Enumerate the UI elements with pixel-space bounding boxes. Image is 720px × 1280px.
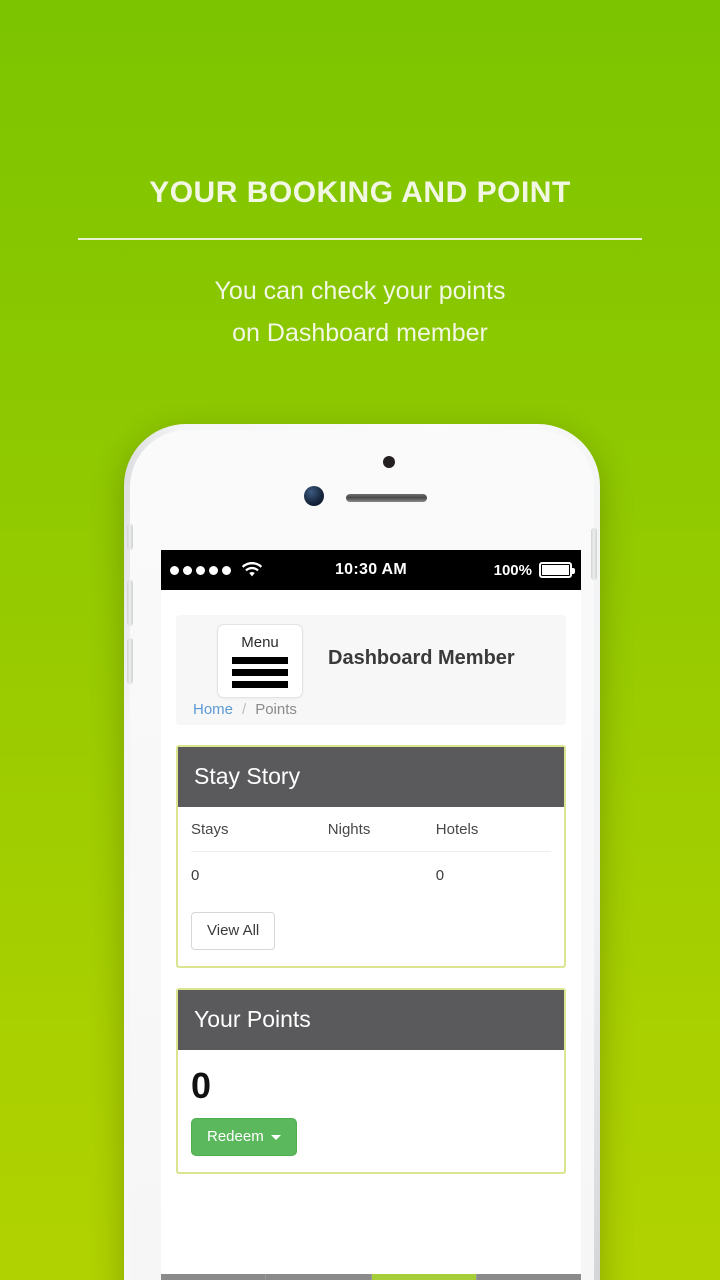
power-button[interactable] <box>591 528 597 580</box>
page-title: Dashboard Member <box>328 647 515 669</box>
phone-bezel: 10:30 AM 100% Menu Dashboard Member Home… <box>127 430 597 1280</box>
proximity-sensor-icon <box>383 456 395 468</box>
stay-story-heading: Stay Story <box>178 747 564 807</box>
tab-points[interactable]: Points <box>371 1274 477 1280</box>
redeem-button-label: Redeem <box>207 1128 264 1145</box>
stay-story-card: Stay Story Stays Nights Hotels 0 0 View … <box>176 745 566 968</box>
breadcrumb-separator: / <box>242 701 247 718</box>
earpiece-speaker-icon <box>346 494 427 502</box>
table-row: 0 0 <box>191 852 551 899</box>
volume-down-button[interactable] <box>127 638 133 684</box>
points-value: 0 <box>191 1065 212 1106</box>
breadcrumb-current: Points <box>255 701 297 718</box>
app-header: Menu Dashboard Member Home / Points <box>176 615 566 725</box>
promo-divider <box>78 238 642 240</box>
phone-screen: 10:30 AM 100% Menu Dashboard Member Home… <box>161 550 581 1280</box>
promo-screenshot: YOUR BOOKING AND POINT You can check you… <box>0 0 720 1280</box>
stay-story-table: Stays Nights Hotels 0 0 <box>191 807 551 898</box>
promo-title: YOUR BOOKING AND POINT <box>149 176 571 209</box>
column-header-stays: Stays <box>191 807 328 852</box>
promo-subtitle: You can check your points on Dashboard m… <box>0 270 720 354</box>
mute-switch-button[interactable] <box>127 524 133 550</box>
tab-book[interactable]: Book <box>266 1274 372 1280</box>
battery-full-icon <box>539 562 575 578</box>
hamburger-icon <box>232 656 288 688</box>
volume-up-button[interactable] <box>127 580 133 626</box>
promo-subtitle-line-1: You can check your points <box>214 277 506 305</box>
menu-button[interactable]: Menu <box>217 624 303 698</box>
redeem-button[interactable]: Redeem <box>191 1118 297 1156</box>
your-points-card: Your Points 0 Redeem <box>176 988 566 1174</box>
your-points-body: 0 Redeem <box>178 1050 564 1172</box>
cell-hotels: 0 <box>435 867 445 884</box>
tab-ecard[interactable]: E Card <box>477 1274 581 1280</box>
table-header-row: Stays Nights Hotels <box>191 807 551 852</box>
menu-button-label: Menu <box>241 633 279 651</box>
tab-home[interactable]: Home <box>161 1274 267 1280</box>
column-header-nights: Nights <box>327 807 436 852</box>
breadcrumb: Home / Points <box>193 701 297 718</box>
front-camera-icon <box>304 486 324 506</box>
breadcrumb-home-link[interactable]: Home <box>193 701 233 718</box>
bottom-tab-bar: Home Book Points E Card <box>161 1274 581 1280</box>
view-all-button[interactable]: View All <box>191 912 276 950</box>
column-header-hotels: Hotels <box>435 807 551 852</box>
status-bar: 10:30 AM 100% <box>161 550 581 590</box>
phone-mockup: 10:30 AM 100% Menu Dashboard Member Home… <box>124 424 600 1280</box>
cell-stays: 0 <box>191 867 200 884</box>
your-points-heading: Your Points <box>178 990 564 1050</box>
promo-subtitle-line-2: on Dashboard member <box>232 319 488 347</box>
caret-down-icon <box>270 1134 281 1140</box>
status-bar-time: 10:30 AM <box>334 561 408 578</box>
cell-nights <box>328 852 436 899</box>
stay-story-body: Stays Nights Hotels 0 0 View All <box>178 807 564 966</box>
